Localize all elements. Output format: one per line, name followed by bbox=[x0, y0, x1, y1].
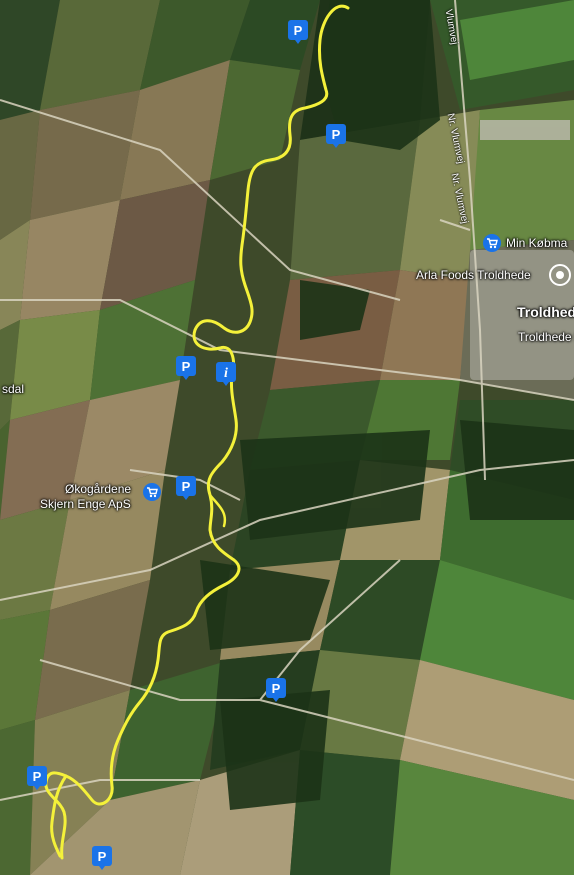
parking-icon: P bbox=[266, 678, 286, 702]
parking-marker-5[interactable]: P bbox=[266, 678, 286, 702]
shopping-cart-icon bbox=[143, 483, 161, 501]
parking-icon: P bbox=[288, 20, 308, 44]
parking-icon: P bbox=[176, 476, 196, 500]
svg-text:i: i bbox=[224, 366, 228, 381]
info-icon: i bbox=[216, 362, 236, 386]
svg-text:P: P bbox=[332, 127, 341, 142]
parking-icon: P bbox=[27, 766, 47, 790]
svg-text:P: P bbox=[294, 23, 303, 38]
place-label-troldhede-k: Troldhede K bbox=[518, 330, 574, 344]
parking-marker-2[interactable]: P bbox=[326, 124, 346, 148]
shop-marker-min-kobmand[interactable] bbox=[483, 234, 501, 252]
parking-icon: P bbox=[176, 356, 196, 380]
poi-label-min-kobmand: Min Købma bbox=[506, 236, 568, 250]
svg-text:P: P bbox=[182, 479, 191, 494]
poi-marker-arla[interactable] bbox=[549, 264, 571, 286]
parking-marker-4[interactable]: P bbox=[176, 476, 196, 500]
parking-icon: P bbox=[92, 846, 112, 870]
poi-label-okogardene-1: Økogårdene bbox=[65, 482, 132, 496]
parking-marker-6[interactable]: P bbox=[27, 766, 47, 790]
map-canvas bbox=[0, 0, 574, 875]
svg-text:P: P bbox=[33, 769, 42, 784]
parking-marker-3[interactable]: P bbox=[176, 356, 196, 380]
shopping-cart-icon bbox=[483, 234, 501, 252]
place-label-sdal: sdal bbox=[2, 382, 25, 396]
parking-marker-1[interactable]: P bbox=[288, 20, 308, 44]
svg-text:P: P bbox=[182, 359, 191, 374]
poi-label-okogardene-2: Skjern Enge ApS bbox=[40, 497, 131, 511]
shop-marker-okogardene[interactable] bbox=[143, 483, 161, 501]
svg-text:P: P bbox=[272, 681, 281, 696]
info-marker[interactable]: i bbox=[216, 362, 236, 386]
parking-marker-7[interactable]: P bbox=[92, 846, 112, 870]
poi-label-arla: Arla Foods Troldhede bbox=[416, 268, 531, 282]
svg-text:P: P bbox=[98, 849, 107, 864]
satellite-map[interactable]: Vlumvej Nr. Vlumvej Nr. Vlumvej Troldhed… bbox=[0, 0, 574, 875]
place-label-troldhede: Troldhede bbox=[517, 304, 574, 320]
parking-icon: P bbox=[326, 124, 346, 148]
